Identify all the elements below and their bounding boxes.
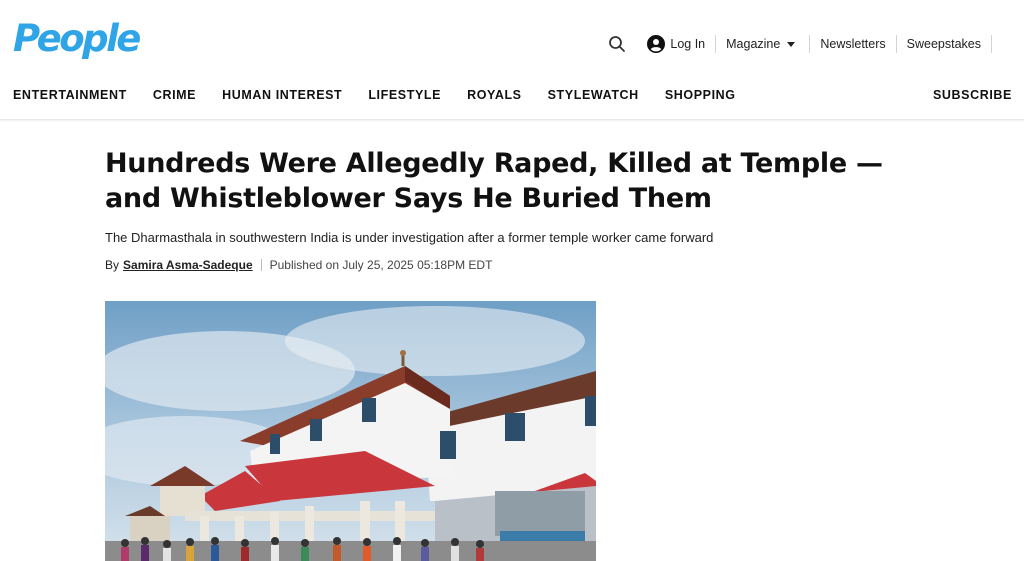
byline: By Samira Asma-Sadeque Published on July… [105,258,492,272]
article-headline: Hundreds Were Allegedly Raped, Killed at… [105,148,883,214]
search-icon[interactable] [607,34,627,54]
publish-date: Published on July 25, 2025 05:18PM EDT [269,258,493,272]
nav-item-royals[interactable]: ROYALS [467,88,522,102]
header-divider [0,119,1024,122]
magazine-dropdown[interactable]: Magazine [716,35,811,53]
nav-item-human-interest[interactable]: HUMAN INTEREST [222,88,342,102]
login-button[interactable]: Log In [647,35,717,53]
article-dek: The Dharmasthala in southwestern India i… [105,230,714,245]
nav-item-shopping[interactable]: SHOPPING [665,88,736,102]
login-label: Log In [670,37,706,51]
chevron-down-icon [787,41,796,47]
byline-prefix: By [105,258,120,272]
magazine-label: Magazine [726,37,781,51]
hero-image [105,301,596,561]
newsletters-link[interactable]: Newsletters [810,35,897,53]
temple-photo [105,301,596,561]
people-logo[interactable]: People [13,20,141,57]
nav-item-crime[interactable]: CRIME [153,88,196,102]
byline-divider [260,259,262,271]
main-nav: ENTERTAINMENT CRIME HUMAN INTEREST LIFES… [13,88,762,102]
user-icon [647,35,666,53]
nav-item-entertainment[interactable]: ENTERTAINMENT [13,88,127,102]
sweepstakes-link[interactable]: Sweepstakes [897,35,992,53]
subscribe-button[interactable]: SUBSCRIBE [933,88,1012,102]
nav-item-stylewatch[interactable]: STYLEWATCH [548,88,639,102]
top-actions: Log In Magazine Newsletters Sweepstakes [607,33,992,55]
nav-item-lifestyle[interactable]: LIFESTYLE [368,88,441,102]
author-link[interactable]: Samira Asma-Sadeque [123,258,253,272]
